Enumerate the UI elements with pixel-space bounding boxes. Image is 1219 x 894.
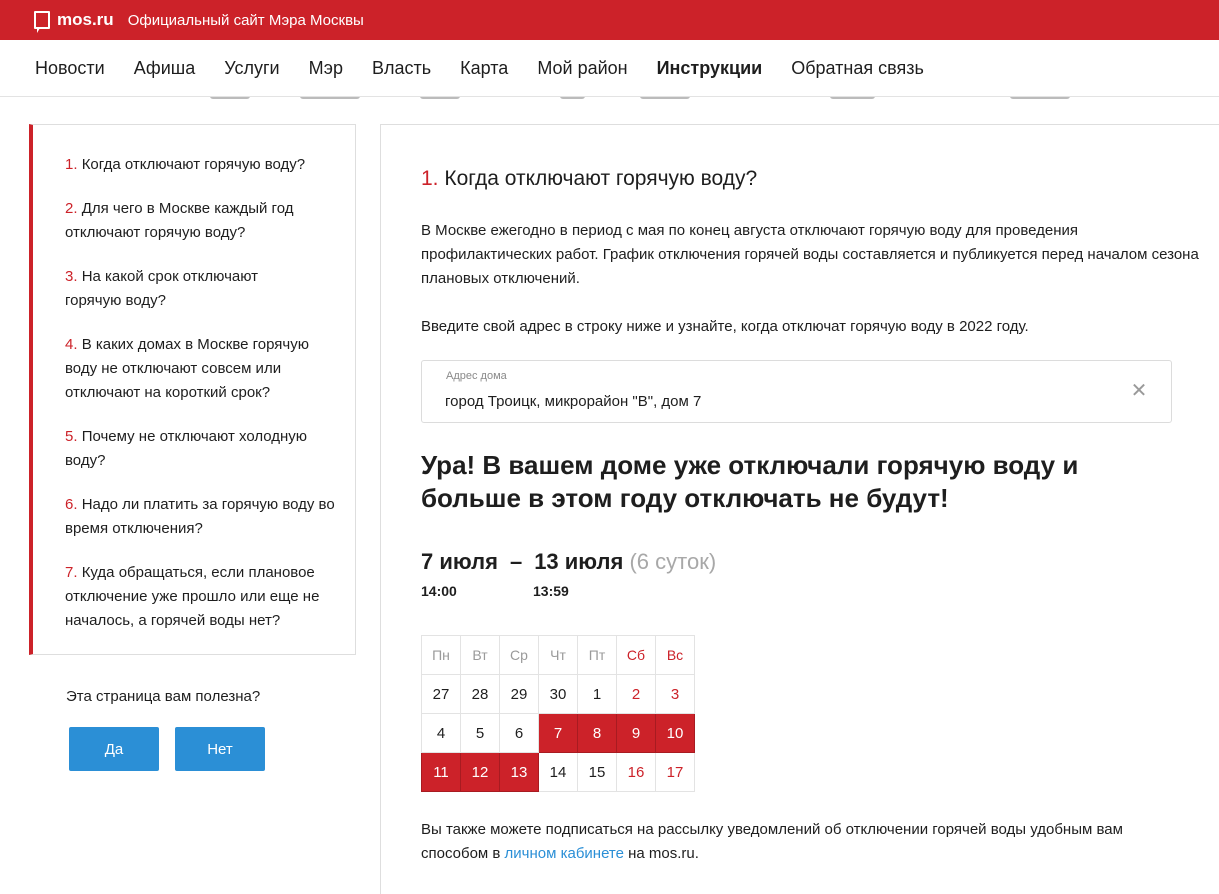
main-nav: Новости Афиша Услуги Мэр Власть Карта Мо…	[0, 40, 1219, 97]
calendar-day: 3	[655, 674, 695, 714]
calendar-day: 17	[655, 752, 695, 792]
feedback-question: Эта страница вам полезна?	[66, 688, 261, 705]
mos-logo-icon[interactable]	[34, 11, 50, 33]
nav-item-afisha[interactable]: Афиша	[134, 58, 196, 79]
clear-icon[interactable]: ✕	[1127, 379, 1151, 403]
calendar-day: 27	[421, 674, 461, 714]
calendar-day-outage: 8	[577, 713, 617, 753]
top-bar: mos.ru Официальный сайт Мэра Москвы	[0, 0, 1219, 40]
outage-calendar: Пн Вт Ср Чт Пт Сб Вс 27 28 29 30 1 2 3 4…	[421, 635, 695, 792]
toc-item-5[interactable]: 5. Почему не отключают холодную воду?	[65, 425, 330, 473]
nav-item-instructions[interactable]: Инструкции	[657, 58, 763, 79]
calendar-day-outage: 11	[421, 752, 461, 792]
note-text-end: на mos.ru.	[623, 845, 699, 862]
intro-paragraph: В Москве ежегодно в период с мая по коне…	[421, 222, 1199, 287]
nav-item-map[interactable]: Карта	[460, 58, 508, 79]
section-title: 1. Когда отключают горячую воду?	[421, 167, 757, 191]
main-content: 1. Когда отключают горячую воду? В Москв…	[380, 124, 1219, 894]
feedback-no-button[interactable]: Нет	[175, 727, 265, 771]
calendar-day: 2	[616, 674, 656, 714]
address-input[interactable]	[445, 389, 1105, 413]
address-field-label: Адрес дома	[446, 370, 507, 382]
toc-label: Для чего в Москве каждый год отключают г…	[65, 200, 294, 241]
calendar-day-outage: 10	[655, 713, 695, 753]
start-date: 7 июля	[421, 549, 498, 574]
personal-account-link[interactable]: личном кабинете	[505, 845, 624, 862]
nav-item-mayor[interactable]: Мэр	[309, 58, 343, 79]
start-time: 14:00	[421, 583, 457, 599]
nav-item-news[interactable]: Новости	[35, 58, 105, 79]
calendar-day: 30	[538, 674, 578, 714]
weekday-tue: Вт	[460, 635, 500, 675]
calendar-day: 4	[421, 713, 461, 753]
weekday-sun: Вс	[655, 635, 695, 675]
calendar-day-outage: 13	[499, 752, 539, 792]
toc-item-1[interactable]: 1. Когда отключают горячую воду?	[65, 153, 339, 177]
logo-text[interactable]: mos.ru	[57, 10, 114, 30]
calendar-day: 14	[538, 752, 578, 792]
calendar-day-outage: 7	[538, 713, 578, 753]
calendar-day: 16	[616, 752, 656, 792]
toc-label: На какой срок отключают горячую воду?	[65, 268, 259, 309]
calendar-weekdays: Пн Вт Ср Чт Пт Сб Вс	[421, 635, 695, 675]
toc-label: Куда обращаться, если плановое отключени…	[65, 564, 320, 629]
toc-number: 4.	[65, 336, 78, 353]
outage-duration: (6 суток)	[629, 549, 717, 574]
calendar-day: 28	[460, 674, 500, 714]
toc-label: Надо ли платить за горячую воду во время…	[65, 496, 335, 537]
toc-item-3[interactable]: 3. На какой срок отключают горячую воду?	[65, 265, 285, 313]
nav-item-government[interactable]: Власть	[372, 58, 431, 79]
end-time: 13:59	[533, 583, 569, 599]
nav-item-services[interactable]: Услуги	[224, 58, 279, 79]
page-feedback: Эта страница вам полезна? Да Нет	[66, 688, 265, 771]
toc-label: Почему не отключают холодную воду?	[65, 428, 308, 469]
weekday-fri: Пт	[577, 635, 617, 675]
calendar-week: 4 5 6 7 8 9 10	[421, 713, 695, 753]
calendar-day: 1	[577, 674, 617, 714]
toc-label: В каких домах в Москве горячую воду не о…	[65, 336, 309, 401]
end-date: 13 июля	[534, 549, 624, 574]
calendar-day: 5	[460, 713, 500, 753]
result-message: Ура! В вашем доме уже отключали горячую …	[421, 450, 1079, 513]
outage-dates: 7 июля –13 июля (6 суток)	[421, 549, 716, 575]
weekday-thu: Чт	[538, 635, 578, 675]
calendar-day: 15	[577, 752, 617, 792]
weekday-mon: Пн	[421, 635, 461, 675]
toc-item-6[interactable]: 6. Надо ли платить за горячую воду во вр…	[65, 493, 335, 541]
scrolled-content-edge	[0, 97, 1219, 100]
feedback-yes-button[interactable]: Да	[69, 727, 159, 771]
calendar-day-outage: 12	[460, 752, 500, 792]
calendar-day-outage: 9	[616, 713, 656, 753]
toc-sidebar: 1. Когда отключают горячую воду? 2. Для …	[29, 124, 356, 655]
section-number: 1.	[421, 167, 439, 190]
toc-item-2[interactable]: 2. Для чего в Москве каждый год отключаю…	[65, 197, 320, 245]
nav-item-feedback[interactable]: Обратная связь	[791, 58, 924, 79]
calendar-day: 29	[499, 674, 539, 714]
toc-number: 7.	[65, 564, 78, 581]
site-title: Официальный сайт Мэра Москвы	[127, 11, 364, 29]
section-title-text: Когда отключают горячую воду?	[444, 167, 758, 190]
toc-item-4[interactable]: 4. В каких домах в Москве горячую воду н…	[65, 333, 335, 405]
toc-number: 3.	[65, 268, 78, 285]
toc-number: 6.	[65, 496, 78, 513]
toc-number: 1.	[65, 156, 78, 173]
toc-number: 2.	[65, 200, 78, 217]
calendar-week: 11 12 13 14 15 16 17	[421, 752, 695, 792]
subscription-note: Вы также можете подписаться на рассылку …	[421, 818, 1191, 866]
weekday-wed: Ср	[499, 635, 539, 675]
toc-label: Когда отключают горячую воду?	[81, 156, 306, 173]
address-field[interactable]: Адрес дома ✕	[421, 360, 1172, 423]
date-dash: –	[509, 549, 523, 574]
calendar-day: 6	[499, 713, 539, 753]
toc-number: 5.	[65, 428, 78, 445]
toc-item-7[interactable]: 7. Куда обращаться, если плановое отключ…	[65, 561, 340, 633]
weekday-sat: Сб	[616, 635, 656, 675]
nav-item-my-district[interactable]: Мой район	[537, 58, 627, 79]
address-prompt: Введите свой адрес в строку ниже и узнай…	[421, 318, 1029, 335]
calendar-week: 27 28 29 30 1 2 3	[421, 674, 695, 714]
